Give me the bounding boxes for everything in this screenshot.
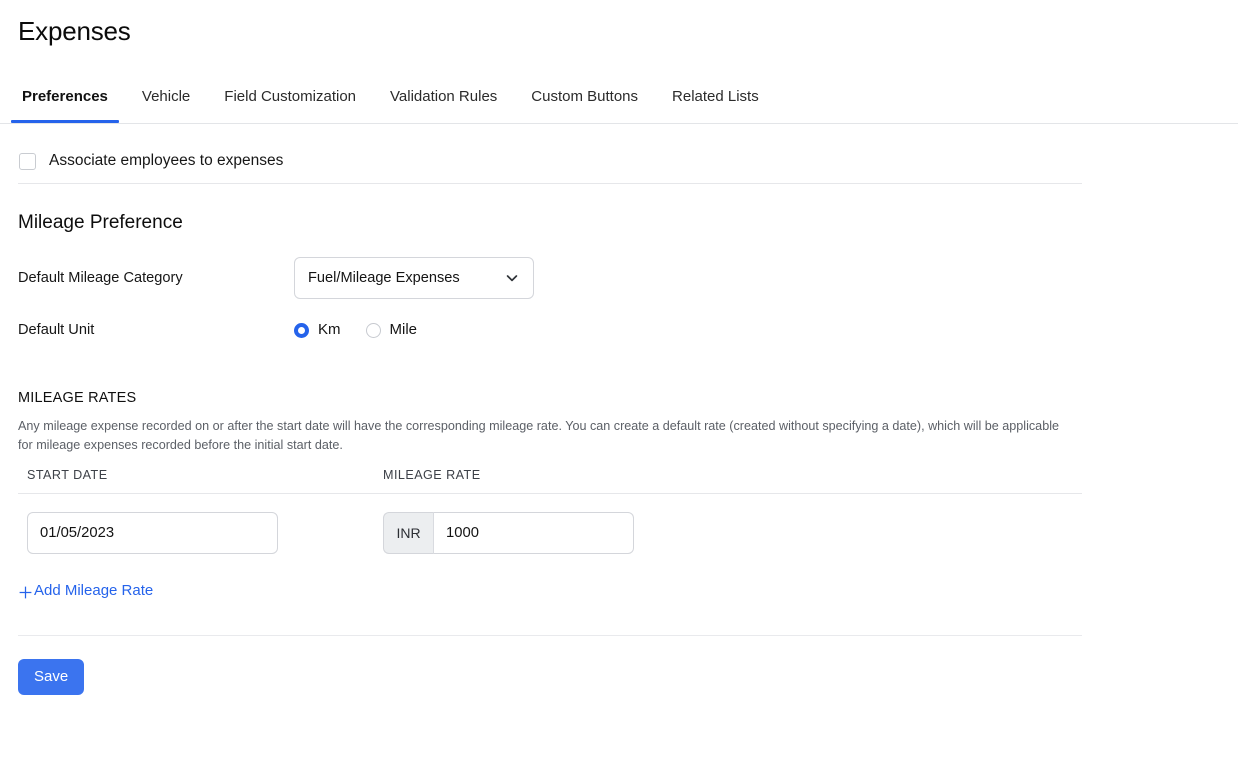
default-unit-row: Default Unit Km Mile [0,321,1238,339]
table-header-row: START DATE MILEAGE RATE [18,467,1082,494]
radio-mile-icon[interactable] [366,323,381,338]
mileage-rates-table: START DATE MILEAGE RATE INR [18,467,1082,554]
chevron-down-icon [505,271,519,285]
default-unit-option-mile[interactable]: Mile [366,321,418,339]
column-header-mileage-rate: MILEAGE RATE [383,467,481,483]
start-date-input[interactable] [27,512,278,554]
add-mileage-rate-label: Add Mileage Rate [34,582,153,600]
default-mileage-category-select[interactable]: Fuel/Mileage Expenses [294,257,534,299]
associate-employees-checkbox[interactable] [19,153,36,170]
mileage-rates-description: Any mileage expense recorded on or after… [0,417,1068,455]
radio-km-icon[interactable] [294,323,309,338]
tabs-container: Preferences Vehicle Field Customization … [11,88,782,124]
divider-top [18,183,1082,184]
preferences-panel: Associate employees to expenses Mileage … [0,124,1238,695]
radio-km-label: Km [318,321,341,339]
tab-field-customization[interactable]: Field Customization [213,88,367,105]
save-button[interactable]: Save [18,659,84,695]
mileage-rates-heading: MILEAGE RATES [0,389,1238,407]
default-unit-label: Default Unit [18,321,294,339]
default-unit-radio-group: Km Mile [294,321,417,339]
page-title: Expenses [18,14,131,48]
divider-footer [18,635,1082,636]
table-row: INR [18,494,1082,554]
default-unit-option-km[interactable]: Km [294,321,341,339]
mileage-rate-input-group: INR [383,512,634,554]
default-mileage-category-row: Default Mileage Category Fuel/Mileage Ex… [0,257,1238,299]
associate-employees-label: Associate employees to expenses [49,152,283,170]
cell-start-date [18,512,383,554]
cell-mileage-rate: INR [383,512,634,554]
currency-prefix: INR [383,512,434,554]
mileage-preference-title: Mileage Preference [0,211,1238,235]
tab-vehicle[interactable]: Vehicle [131,88,201,105]
tab-preferences[interactable]: Preferences [11,88,119,105]
tab-validation-rules[interactable]: Validation Rules [379,88,508,105]
plus-icon [18,585,33,600]
tab-bar: Preferences Vehicle Field Customization … [0,88,1238,124]
tab-custom-buttons[interactable]: Custom Buttons [520,88,649,105]
add-mileage-rate-link[interactable]: Add Mileage Rate [18,582,153,600]
tab-related-lists[interactable]: Related Lists [661,88,770,105]
default-mileage-category-label: Default Mileage Category [18,269,294,287]
column-header-start-date: START DATE [18,467,383,483]
default-mileage-category-value: Fuel/Mileage Expenses [308,269,460,287]
associate-employees-row[interactable]: Associate employees to expenses [0,139,1238,183]
mileage-rate-input[interactable] [434,512,634,554]
expenses-settings-page: Expenses Preferences Vehicle Field Custo… [0,0,1238,760]
radio-mile-label: Mile [390,321,418,339]
